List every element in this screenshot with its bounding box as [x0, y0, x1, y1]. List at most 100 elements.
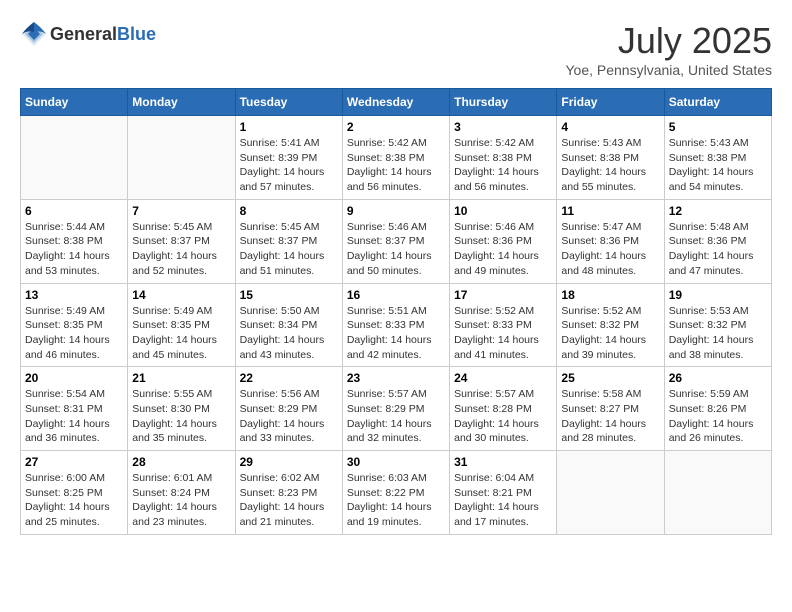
day-info: Sunrise: 5:45 AMSunset: 8:37 PMDaylight:…: [132, 220, 230, 279]
day-number: 21: [132, 371, 230, 385]
calendar-day-cell: 1 Sunrise: 5:41 AMSunset: 8:39 PMDaylight…: [235, 116, 342, 200]
day-number: 24: [454, 371, 552, 385]
day-info: Sunrise: 5:46 AMSunset: 8:36 PMDaylight:…: [454, 220, 552, 279]
calendar-day-cell: [128, 116, 235, 200]
day-number: 5: [669, 120, 767, 134]
calendar-day-cell: 31Sunrise: 6:04 AMSunset: 8:21 PMDayligh…: [450, 451, 557, 535]
calendar-day-cell: 8Sunrise: 5:45 AMSunset: 8:37 PMDaylight…: [235, 199, 342, 283]
day-info: Sunrise: 6:02 AMSunset: 8:23 PMDaylight:…: [240, 471, 338, 530]
calendar-day-cell: 19Sunrise: 5:53 AMSunset: 8:32 PMDayligh…: [664, 283, 771, 367]
day-info: Sunrise: 5:52 AMSunset: 8:33 PMDaylight:…: [454, 304, 552, 363]
day-info: Sunrise: 5:44 AMSunset: 8:38 PMDaylight:…: [25, 220, 123, 279]
calendar-day-cell: [21, 116, 128, 200]
weekday-header: Saturday: [664, 89, 771, 116]
day-number: 18: [561, 288, 659, 302]
calendar-day-cell: 17Sunrise: 5:52 AMSunset: 8:33 PMDayligh…: [450, 283, 557, 367]
logo-text: GeneralBlue: [50, 24, 156, 45]
calendar-day-cell: [557, 451, 664, 535]
calendar-day-cell: 24 Sunrise: 5:57 AMSunset: 8:28 PMDayligh…: [450, 367, 557, 451]
day-info: Sunrise: 5:49 AMSunset: 8:35 PMDaylight:…: [25, 304, 123, 363]
day-info: Sunrise: 5:49 AMSunset: 8:35 PMDaylight:…: [132, 304, 230, 363]
calendar-day-cell: 6 Sunrise: 5:44 AMSunset: 8:38 PMDaylight…: [21, 199, 128, 283]
weekday-header: Tuesday: [235, 89, 342, 116]
day-info: Sunrise: 5:47 AMSunset: 8:36 PMDaylight:…: [561, 220, 659, 279]
calendar-day-cell: 27 Sunrise: 6:00 AMSunset: 8:25 PMDayligh…: [21, 451, 128, 535]
day-number: 1: [240, 120, 338, 134]
calendar-day-cell: 10 Sunrise: 5:46 AMSunset: 8:36 PMDayligh…: [450, 199, 557, 283]
day-number: 30: [347, 455, 445, 469]
day-number: 6: [25, 204, 123, 218]
calendar-day-cell: 2 Sunrise: 5:42 AMSunset: 8:38 PMDaylight…: [342, 116, 449, 200]
calendar-day-cell: 21Sunrise: 5:55 AMSunset: 8:30 PMDayligh…: [128, 367, 235, 451]
calendar-header-row: SundayMondayTuesdayWednesdayThursdayFrid…: [21, 89, 772, 116]
day-info: Sunrise: 6:04 AMSunset: 8:21 PMDaylight:…: [454, 471, 552, 530]
day-info: Sunrise: 5:45 AMSunset: 8:37 PMDaylight:…: [240, 220, 338, 279]
weekday-header: Thursday: [450, 89, 557, 116]
day-number: 2: [347, 120, 445, 134]
logo: GeneralBlue: [20, 20, 156, 48]
title-block: July 2025 Yoe, Pennsylvania, United Stat…: [565, 20, 772, 78]
day-number: 15: [240, 288, 338, 302]
day-number: 7: [132, 204, 230, 218]
logo-icon: [20, 20, 48, 48]
calendar-day-cell: 23Sunrise: 5:57 AMSunset: 8:29 PMDayligh…: [342, 367, 449, 451]
calendar-day-cell: [664, 451, 771, 535]
calendar-day-cell: 3 Sunrise: 5:42 AMSunset: 8:38 PMDaylight…: [450, 116, 557, 200]
day-info: Sunrise: 5:42 AMSunset: 8:38 PMDaylight:…: [454, 136, 552, 195]
calendar-week-row: 27 Sunrise: 6:00 AMSunset: 8:25 PMDayligh…: [21, 451, 772, 535]
day-number: 10: [454, 204, 552, 218]
calendar-day-cell: 26Sunrise: 5:59 AMSunset: 8:26 PMDayligh…: [664, 367, 771, 451]
calendar-table: SundayMondayTuesdayWednesdayThursdayFrid…: [20, 88, 772, 535]
day-number: 11: [561, 204, 659, 218]
weekday-header: Sunday: [21, 89, 128, 116]
day-info: Sunrise: 5:57 AMSunset: 8:29 PMDaylight:…: [347, 387, 445, 446]
day-info: Sunrise: 5:43 AMSunset: 8:38 PMDaylight:…: [561, 136, 659, 195]
day-number: 27: [25, 455, 123, 469]
day-info: Sunrise: 5:56 AMSunset: 8:29 PMDaylight:…: [240, 387, 338, 446]
day-info: Sunrise: 5:48 AMSunset: 8:36 PMDaylight:…: [669, 220, 767, 279]
day-info: Sunrise: 6:01 AMSunset: 8:24 PMDaylight:…: [132, 471, 230, 530]
page-header: GeneralBlue July 2025 Yoe, Pennsylvania,…: [20, 20, 772, 78]
location-title: Yoe, Pennsylvania, United States: [565, 62, 772, 78]
day-number: 20: [25, 371, 123, 385]
day-info: Sunrise: 5:43 AMSunset: 8:38 PMDaylight:…: [669, 136, 767, 195]
calendar-day-cell: 16Sunrise: 5:51 AMSunset: 8:33 PMDayligh…: [342, 283, 449, 367]
weekday-header: Friday: [557, 89, 664, 116]
calendar-day-cell: 12 Sunrise: 5:48 AMSunset: 8:36 PMDayligh…: [664, 199, 771, 283]
calendar-day-cell: 13 Sunrise: 5:49 AMSunset: 8:35 PMDayligh…: [21, 283, 128, 367]
weekday-header: Monday: [128, 89, 235, 116]
day-info: Sunrise: 5:58 AMSunset: 8:27 PMDaylight:…: [561, 387, 659, 446]
calendar-week-row: 1 Sunrise: 5:41 AMSunset: 8:39 PMDaylight…: [21, 116, 772, 200]
day-number: 28: [132, 455, 230, 469]
calendar-day-cell: 22 Sunrise: 5:56 AMSunset: 8:29 PMDayligh…: [235, 367, 342, 451]
day-number: 22: [240, 371, 338, 385]
calendar-day-cell: 11 Sunrise: 5:47 AMSunset: 8:36 PMDayligh…: [557, 199, 664, 283]
calendar-day-cell: 20 Sunrise: 5:54 AMSunset: 8:31 PMDayligh…: [21, 367, 128, 451]
day-number: 26: [669, 371, 767, 385]
calendar-day-cell: 29 Sunrise: 6:02 AMSunset: 8:23 PMDayligh…: [235, 451, 342, 535]
day-number: 14: [132, 288, 230, 302]
day-number: 3: [454, 120, 552, 134]
day-number: 13: [25, 288, 123, 302]
calendar-day-cell: 7 Sunrise: 5:45 AMSunset: 8:37 PMDaylight…: [128, 199, 235, 283]
day-number: 29: [240, 455, 338, 469]
calendar-day-cell: 9Sunrise: 5:46 AMSunset: 8:37 PMDaylight…: [342, 199, 449, 283]
calendar-week-row: 6 Sunrise: 5:44 AMSunset: 8:38 PMDaylight…: [21, 199, 772, 283]
calendar-day-cell: 28 Sunrise: 6:01 AMSunset: 8:24 PMDayligh…: [128, 451, 235, 535]
calendar-day-cell: 5 Sunrise: 5:43 AMSunset: 8:38 PMDaylight…: [664, 116, 771, 200]
calendar-day-cell: 30 Sunrise: 6:03 AMSunset: 8:22 PMDayligh…: [342, 451, 449, 535]
day-info: Sunrise: 5:57 AMSunset: 8:28 PMDaylight:…: [454, 387, 552, 446]
calendar-week-row: 20 Sunrise: 5:54 AMSunset: 8:31 PMDayligh…: [21, 367, 772, 451]
day-info: Sunrise: 5:52 AMSunset: 8:32 PMDaylight:…: [561, 304, 659, 363]
day-info: Sunrise: 6:03 AMSunset: 8:22 PMDaylight:…: [347, 471, 445, 530]
day-number: 12: [669, 204, 767, 218]
day-info: Sunrise: 5:41 AMSunset: 8:39 PMDaylight:…: [240, 136, 338, 195]
calendar-day-cell: 4Sunrise: 5:43 AMSunset: 8:38 PMDaylight…: [557, 116, 664, 200]
day-number: 16: [347, 288, 445, 302]
day-number: 9: [347, 204, 445, 218]
day-info: Sunrise: 6:00 AMSunset: 8:25 PMDaylight:…: [25, 471, 123, 530]
day-info: Sunrise: 5:54 AMSunset: 8:31 PMDaylight:…: [25, 387, 123, 446]
weekday-header: Wednesday: [342, 89, 449, 116]
calendar-day-cell: 14 Sunrise: 5:49 AMSunset: 8:35 PMDayligh…: [128, 283, 235, 367]
day-info: Sunrise: 5:42 AMSunset: 8:38 PMDaylight:…: [347, 136, 445, 195]
